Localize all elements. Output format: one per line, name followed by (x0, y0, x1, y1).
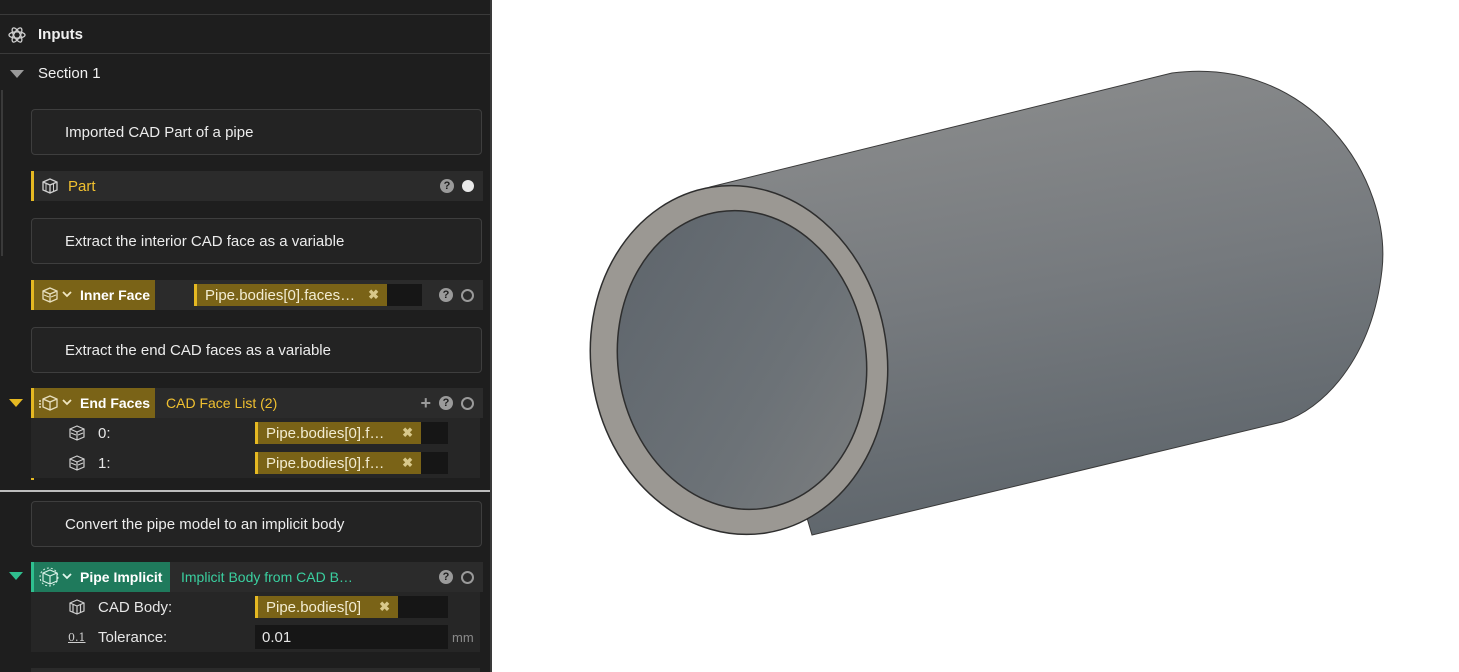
note-implicit-text: Convert the pipe model to an implicit bo… (65, 515, 345, 533)
inner-face-value: Pipe.bodies[0].faces… (205, 286, 356, 304)
cad-body-row[interactable]: CAD Body: Pipe.bodies[0] ✖ (31, 592, 480, 622)
part-actions: ? (440, 179, 474, 193)
output-dot-icon[interactable] (461, 396, 474, 410)
remove-x-icon[interactable]: ✖ (379, 599, 390, 615)
implicit-body-icon (39, 567, 59, 587)
tolerance-unit: mm (452, 629, 474, 645)
end-face-value-chip[interactable]: Pipe.bodies[0].f… ✖ (255, 422, 421, 444)
output-dot-icon[interactable] (461, 570, 474, 584)
viewport-3d[interactable] (492, 0, 1459, 672)
remove-x-icon[interactable]: ✖ (402, 455, 413, 471)
end-faces-label: End Faces (80, 395, 151, 411)
pipe-model[interactable] (565, 70, 1384, 556)
expand-triangle-icon[interactable] (9, 572, 23, 580)
end-face-value: Pipe.bodies[0].f… (266, 424, 385, 442)
pipe-implicit-node[interactable]: Pipe Implicit Implicit Body from CAD B… … (31, 562, 483, 592)
help-icon[interactable]: ? (440, 179, 454, 193)
note-inner-face-text: Extract the interior CAD face as a varia… (65, 232, 345, 250)
note-implicit[interactable]: Convert the pipe model to an implicit bo… (31, 501, 482, 547)
cad-body-value: Pipe.bodies[0] (266, 598, 362, 616)
note-end-faces[interactable]: Extract the end CAD faces as a variable (31, 327, 482, 373)
list-item[interactable]: 0: Pipe.bodies[0].f… ✖ (31, 418, 480, 448)
cad-part-icon (69, 599, 85, 615)
cad-face-list-icon (39, 395, 58, 411)
cad-body-value-chip[interactable]: Pipe.bodies[0] ✖ (255, 596, 398, 618)
help-icon[interactable]: ? (439, 288, 453, 302)
end-face-value-chip[interactable]: Pipe.bodies[0].f… ✖ (255, 452, 421, 474)
end-faces-type: CAD Face List (2) (166, 395, 278, 411)
chevron-down-icon[interactable] (62, 291, 72, 299)
pipe-implicit-type: Implicit Body from CAD B… (181, 569, 353, 585)
tolerance-label: Tolerance: (98, 628, 168, 646)
inputs-panel: Inputs Section 1 Imported CAD Part of a … (0, 0, 490, 672)
note-part-text: Imported CAD Part of a pipe (65, 123, 254, 141)
section-divider (0, 490, 490, 492)
help-icon[interactable]: ? (439, 570, 453, 584)
cad-face-icon (42, 287, 58, 303)
tolerance-icon: 0.1 (68, 630, 86, 644)
collapse-triangle-icon[interactable] (10, 70, 24, 78)
cad-face-icon (69, 455, 85, 471)
output-dot-icon[interactable] (461, 288, 474, 302)
tolerance-value: 0.01 (262, 628, 292, 646)
list-item-index: 1: (98, 454, 111, 472)
atom-icon (8, 27, 26, 43)
note-inner-face[interactable]: Extract the interior CAD face as a varia… (31, 218, 482, 264)
chevron-down-icon[interactable] (62, 573, 72, 581)
next-node-edge (31, 668, 480, 672)
remove-x-icon[interactable]: ✖ (402, 425, 413, 441)
section-header[interactable]: Section 1 (0, 56, 490, 90)
tolerance-input[interactable]: 0.01 (255, 625, 448, 649)
pipe-implicit-actions: ? (439, 570, 474, 584)
end-face-value: Pipe.bodies[0].f… (266, 454, 385, 472)
help-icon[interactable]: ? (439, 396, 453, 410)
list-item[interactable]: 1: Pipe.bodies[0].f… ✖ (31, 448, 480, 478)
inner-face-value-chip[interactable]: Pipe.bodies[0].faces… ✖ (194, 284, 387, 306)
section-title: Section 1 (38, 64, 101, 82)
output-dot-icon[interactable] (462, 180, 474, 192)
cad-face-icon (69, 425, 85, 441)
inputs-header[interactable]: Inputs (0, 14, 490, 54)
section-guide-line (1, 90, 3, 256)
inner-face-label: Inner Face (80, 287, 151, 303)
plus-icon[interactable]: + (420, 394, 431, 412)
note-end-faces-text: Extract the end CAD faces as a variable (65, 341, 331, 359)
inputs-title: Inputs (38, 25, 83, 43)
inner-face-node[interactable]: Inner Face Pipe.bodies[0].faces… ✖ ? (31, 280, 483, 310)
list-item-index: 0: (98, 424, 111, 442)
part-node[interactable]: Part ? (31, 171, 483, 201)
note-part[interactable]: Imported CAD Part of a pipe (31, 109, 482, 155)
expand-triangle-icon[interactable] (9, 399, 23, 407)
end-faces-node[interactable]: End Faces CAD Face List (2) + ? (31, 388, 483, 418)
chevron-down-icon[interactable] (62, 399, 72, 407)
remove-x-icon[interactable]: ✖ (368, 287, 379, 303)
tolerance-row[interactable]: 0.1 Tolerance: 0.01 mm (31, 622, 480, 652)
part-label: Part (68, 177, 96, 195)
end-faces-actions: + ? (420, 394, 474, 412)
cad-body-label: CAD Body: (98, 598, 173, 616)
inner-face-actions: ? (439, 288, 474, 302)
pipe-implicit-label: Pipe Implicit (80, 569, 163, 585)
cad-part-icon (42, 178, 58, 194)
